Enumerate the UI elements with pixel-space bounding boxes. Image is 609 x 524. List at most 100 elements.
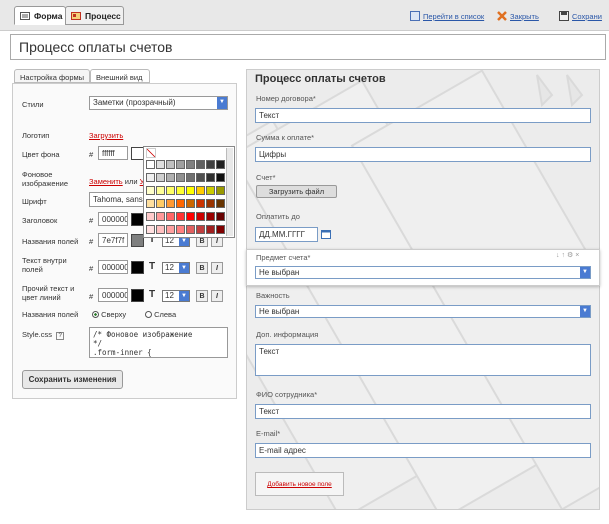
palette-color-swatch[interactable]	[196, 173, 205, 182]
text-fields-size-select[interactable]: 12 ▼	[162, 262, 190, 274]
palette-color-swatch[interactable]	[196, 186, 205, 195]
palette-color-swatch[interactable]	[216, 199, 225, 208]
bg-image-replace-link[interactable]: Заменить	[89, 177, 123, 186]
text-fields-color-swatch[interactable]	[131, 261, 144, 274]
palette-color-swatch[interactable]	[186, 225, 195, 234]
tab-form-settings[interactable]: Настройка формы	[14, 69, 90, 83]
bg-image-or: или	[124, 177, 138, 186]
text-fields-italic-button[interactable]: I	[211, 262, 223, 274]
bg-color-input[interactable]: ffffff	[98, 146, 128, 160]
palette-scrollbar[interactable]	[226, 148, 233, 236]
styles-select[interactable]: Заметки (прозрачный) ▼	[89, 96, 228, 110]
palette-color-swatch[interactable]	[156, 186, 165, 195]
employee-input[interactable]: Текст	[255, 404, 591, 419]
add-field-button[interactable]: Добавить новое поле	[255, 472, 344, 496]
palette-color-swatch[interactable]	[166, 212, 175, 221]
palette-color-swatch[interactable]	[166, 225, 175, 234]
chevron-down-icon: ▼	[179, 263, 189, 273]
other-text-color-swatch[interactable]	[131, 289, 144, 302]
form-title-input[interactable]: Процесс оплаты счетов	[10, 34, 606, 60]
field-position-label: Названия полей	[22, 310, 79, 319]
text-fields-bold-button[interactable]: B	[196, 262, 208, 274]
other-text-bold-button[interactable]: B	[196, 290, 208, 302]
subject-select[interactable]: Не выбран ▼	[255, 266, 591, 279]
palette-color-swatch[interactable]	[186, 186, 195, 195]
save-changes-button[interactable]: Сохранить изменения	[22, 370, 123, 389]
heading-color-input[interactable]: 000000	[98, 212, 128, 226]
palette-color-swatch[interactable]	[196, 212, 205, 221]
importance-label: Важность	[256, 291, 290, 300]
palette-color-swatch[interactable]	[196, 199, 205, 208]
palette-color-swatch[interactable]	[216, 225, 225, 234]
palette-color-swatch[interactable]	[176, 160, 185, 169]
palette-color-swatch[interactable]	[176, 199, 185, 208]
position-left-radio[interactable]: Слева	[145, 310, 176, 319]
css-label-text: Style.css	[22, 330, 53, 339]
palette-color-swatch[interactable]	[146, 160, 155, 169]
palette-color-swatch[interactable]	[156, 160, 165, 169]
tab-appearance[interactable]: Внешний вид	[90, 69, 150, 83]
palette-color-swatch[interactable]	[146, 212, 155, 221]
palette-color-swatch[interactable]	[156, 173, 165, 182]
importance-select[interactable]: Не выбран ▼	[255, 305, 591, 318]
palette-color-swatch[interactable]	[156, 212, 165, 221]
position-top-radio[interactable]: Сверху	[92, 310, 126, 319]
add-field-link[interactable]: Добавить новое поле	[267, 481, 332, 488]
top-bar: Форма Процесс Перейти в список Закрыть С…	[0, 0, 609, 31]
palette-color-swatch[interactable]	[186, 212, 195, 221]
palette-color-swatch[interactable]	[186, 160, 195, 169]
no-color-icon[interactable]	[146, 148, 156, 158]
other-text-italic-button[interactable]: I	[211, 290, 223, 302]
palette-color-swatch[interactable]	[196, 225, 205, 234]
save-link[interactable]: Сохрани	[559, 11, 602, 21]
palette-color-swatch[interactable]	[216, 212, 225, 221]
palette-color-swatch[interactable]	[166, 173, 175, 182]
palette-color-swatch[interactable]	[206, 173, 215, 182]
tab-form[interactable]: Форма	[14, 6, 66, 25]
text-fields-color-input[interactable]: 000000	[98, 260, 128, 274]
palette-color-swatch[interactable]	[156, 225, 165, 234]
other-text-size-select[interactable]: 12 ▼	[162, 290, 190, 302]
palette-color-swatch[interactable]	[166, 186, 175, 195]
palette-color-swatch[interactable]	[206, 212, 215, 221]
palette-color-swatch[interactable]	[146, 225, 155, 234]
contract-input[interactable]: Текст	[255, 108, 591, 123]
palette-color-swatch[interactable]	[186, 173, 195, 182]
palette-color-swatch[interactable]	[156, 199, 165, 208]
font-select[interactable]: Tahoma, sans	[89, 192, 149, 207]
palette-color-swatch[interactable]	[216, 186, 225, 195]
calendar-icon[interactable]	[321, 229, 331, 239]
upload-file-button[interactable]: Загрузить файл	[256, 185, 337, 198]
palette-color-swatch[interactable]	[216, 173, 225, 182]
email-input[interactable]: E-mail адрес	[255, 443, 591, 458]
extra-info-textarea[interactable]: Текст	[255, 344, 591, 376]
delete-icon[interactable]: ×	[575, 252, 581, 259]
palette-color-swatch[interactable]	[146, 173, 155, 182]
palette-color-swatch[interactable]	[196, 160, 205, 169]
go-to-list-link[interactable]: Перейти в список	[410, 11, 484, 21]
palette-color-swatch[interactable]	[166, 199, 175, 208]
tab-process[interactable]: Процесс	[65, 6, 124, 25]
close-link[interactable]: Закрыть	[497, 11, 539, 21]
text-fields-size-value: 12	[165, 263, 174, 272]
palette-color-swatch[interactable]	[166, 160, 175, 169]
palette-color-swatch[interactable]	[176, 225, 185, 234]
palette-color-swatch[interactable]	[206, 225, 215, 234]
palette-color-swatch[interactable]	[176, 186, 185, 195]
pay-until-input[interactable]: ДД.ММ.ГГГГ	[255, 227, 318, 242]
palette-color-swatch[interactable]	[176, 173, 185, 182]
css-editor[interactable]: /* Фоновое изображение */ .form-inner {	[89, 327, 228, 358]
palette-color-swatch[interactable]	[206, 186, 215, 195]
palette-color-swatch[interactable]	[216, 160, 225, 169]
help-icon[interactable]: ?	[56, 332, 65, 340]
palette-color-swatch[interactable]	[206, 199, 215, 208]
other-text-color-input[interactable]: 000000	[98, 288, 128, 302]
palette-color-swatch[interactable]	[186, 199, 195, 208]
palette-color-swatch[interactable]	[176, 212, 185, 221]
palette-color-swatch[interactable]	[146, 186, 155, 195]
logo-upload-link[interactable]: Загрузить	[89, 131, 123, 140]
palette-color-swatch[interactable]	[146, 199, 155, 208]
amount-input[interactable]: Цифры	[255, 147, 591, 162]
palette-color-swatch[interactable]	[206, 160, 215, 169]
field-names-color-input[interactable]: 7e7f7f	[98, 233, 128, 247]
